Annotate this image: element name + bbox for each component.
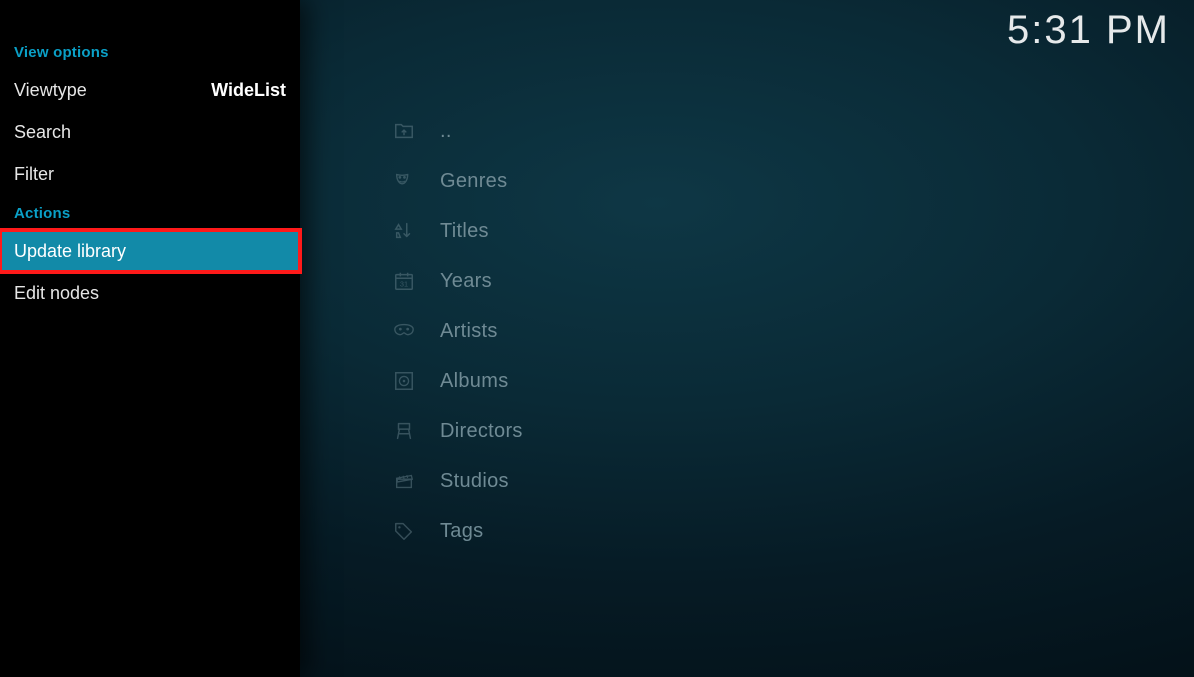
update-library-label: Update library	[14, 241, 126, 262]
viewtype-row[interactable]: Viewtype WideList	[0, 69, 300, 111]
list-item-label: Tags	[440, 520, 483, 543]
filter-row[interactable]: Filter	[0, 153, 300, 195]
list-item-label: Titles	[440, 220, 489, 243]
search-row[interactable]: Search	[0, 111, 300, 153]
sort-icon	[390, 217, 418, 245]
svg-text:31: 31	[400, 280, 408, 289]
masks-icon	[390, 167, 418, 195]
list-item-label: Directors	[440, 420, 523, 443]
sidebar: View options Viewtype WideList Search Fi…	[0, 0, 300, 677]
tag-icon	[390, 517, 418, 545]
list-item-artists[interactable]: Artists	[390, 306, 1170, 356]
list-item-genres[interactable]: Genres	[390, 156, 1170, 206]
edit-nodes-row[interactable]: Edit nodes	[0, 272, 300, 314]
chair-icon	[390, 417, 418, 445]
list-item-label: Genres	[440, 170, 507, 193]
list-item-albums[interactable]: Albums	[390, 356, 1170, 406]
section-actions: Actions	[0, 195, 300, 230]
list-item-label: Years	[440, 270, 492, 293]
list-item-label: ..	[440, 120, 452, 143]
folder-up-icon	[390, 117, 418, 145]
list-item-directors[interactable]: Directors	[390, 406, 1170, 456]
clapper-icon	[390, 467, 418, 495]
disc-icon	[390, 367, 418, 395]
filter-label: Filter	[14, 164, 54, 185]
edit-nodes-label: Edit nodes	[14, 283, 99, 304]
clock: 5:31 PM	[1007, 8, 1170, 53]
search-label: Search	[14, 122, 71, 143]
list-item-label: Artists	[440, 320, 498, 343]
main-list: .. Genres Titles 31 Years Artists Albums	[390, 106, 1170, 556]
list-item-parent[interactable]: ..	[390, 106, 1170, 156]
list-item-label: Albums	[440, 370, 509, 393]
list-item-years[interactable]: 31 Years	[390, 256, 1170, 306]
section-view-options: View options	[0, 44, 300, 69]
calendar-icon: 31	[390, 267, 418, 295]
update-library-row[interactable]: Update library	[0, 230, 300, 272]
viewtype-label: Viewtype	[14, 80, 87, 101]
list-item-studios[interactable]: Studios	[390, 456, 1170, 506]
list-item-label: Studios	[440, 470, 509, 493]
viewtype-value: WideList	[211, 80, 286, 101]
list-item-tags[interactable]: Tags	[390, 506, 1170, 556]
list-item-titles[interactable]: Titles	[390, 206, 1170, 256]
eyemask-icon	[390, 317, 418, 345]
